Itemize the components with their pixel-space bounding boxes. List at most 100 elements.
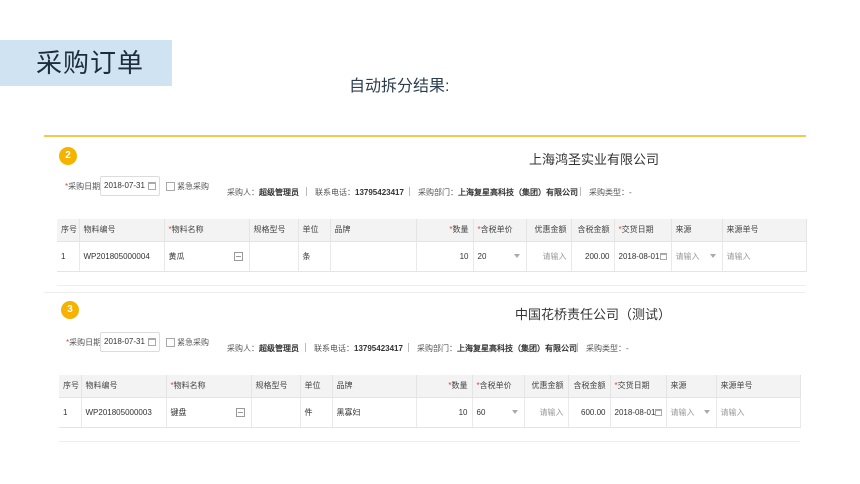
urgent-purchase-label: 紧急采购 xyxy=(177,182,209,191)
column-header: 物料编号 xyxy=(81,375,167,398)
column-header: *物料名称 xyxy=(166,375,252,398)
discount-input[interactable]: 请输入 xyxy=(526,241,572,272)
purchase-date-label: *采购日期 xyxy=(65,182,101,191)
column-header: 来源 xyxy=(666,375,717,398)
table-row: 1 WP201805000003 键盘 件 黑寡妇 10 60 请输入 600.… xyxy=(59,397,801,428)
unit-cell: 件 xyxy=(300,397,333,428)
chevron-down-icon xyxy=(511,409,518,414)
purchase-date-input[interactable]: 2018-07-31 xyxy=(100,176,160,196)
quantity-input[interactable]: 10 xyxy=(416,241,474,272)
table-footer xyxy=(59,428,800,442)
supplier-name: 中国花桥责任公司（测试） xyxy=(515,307,672,322)
column-header: 规格型号 xyxy=(251,375,301,398)
column-header: 物料编号 xyxy=(79,219,165,242)
order-items-table: 序号 物料编号 *物料名称 规格型号 单位 品牌 *数量 *含税单价 优惠金额 … xyxy=(59,375,801,428)
order-form-row: *采购日期 2018-07-31 紧急采购 采购人：超级管理员 联系电话：137… xyxy=(0,176,860,208)
amount-cell: 600.00 xyxy=(568,397,611,428)
purchase-type-info: 采购类型：- xyxy=(586,344,629,353)
top-accent-line xyxy=(44,135,806,137)
material-name-cell[interactable]: 黄瓜 xyxy=(164,241,250,272)
urgent-purchase-label: 紧急采购 xyxy=(177,338,209,347)
row-index: 1 xyxy=(57,241,80,272)
order-items-table: 序号 物料编号 *物料名称 规格型号 单位 品牌 *数量 *含税单价 优惠金额 … xyxy=(57,219,807,272)
quantity-input[interactable]: 10 xyxy=(416,397,473,428)
delivery-date-input[interactable]: 2018-08-01 xyxy=(610,397,667,428)
page-title: 采购订单 xyxy=(0,40,172,86)
phone-info: 联系电话：13795423417 xyxy=(314,344,403,353)
select-material-icon[interactable] xyxy=(233,251,243,261)
column-header: 品牌 xyxy=(332,375,417,398)
source-no-input[interactable]: 请输入 xyxy=(722,241,807,272)
column-header: 含税金额 xyxy=(571,219,615,242)
column-header: 优惠金额 xyxy=(524,375,569,398)
step-badge: 2 xyxy=(59,147,77,165)
department-info: 采购部门：上海复星高科技（集团）有限公司 xyxy=(417,344,577,353)
column-header: 来源 xyxy=(671,219,723,242)
order-divider xyxy=(44,292,806,293)
order-form-row: *采购日期 2018-07-31 紧急采购 采购人：超级管理员 联系电话：137… xyxy=(0,332,860,364)
column-header: *交货日期 xyxy=(614,219,672,242)
amount-cell: 200.00 xyxy=(571,241,615,272)
column-header: 序号 xyxy=(59,375,82,398)
department-info: 采购部门：上海复星高科技（集团）有限公司 xyxy=(418,188,578,197)
source-select[interactable]: 请输入 xyxy=(666,397,717,428)
discount-input[interactable]: 请输入 xyxy=(524,397,569,428)
urgent-purchase-checkbox[interactable] xyxy=(166,338,175,347)
row-index: 1 xyxy=(59,397,82,428)
buyer-info: 采购人：超级管理员 xyxy=(227,188,299,197)
chevron-down-icon xyxy=(513,253,520,258)
material-name-cell[interactable]: 键盘 xyxy=(166,397,252,428)
unit-price-select[interactable]: 60 xyxy=(472,397,525,428)
unit-cell: 条 xyxy=(298,241,331,272)
calendar-icon xyxy=(148,338,156,346)
column-header: 单位 xyxy=(298,219,331,242)
spec-cell xyxy=(249,241,299,272)
column-header: 来源单号 xyxy=(722,219,807,242)
divider xyxy=(305,343,306,352)
delivery-date-input[interactable]: 2018-08-01 xyxy=(614,241,672,272)
column-header: 品牌 xyxy=(330,219,417,242)
source-select[interactable]: 请输入 xyxy=(671,241,723,272)
column-header: 规格型号 xyxy=(249,219,299,242)
column-header: 单位 xyxy=(300,375,333,398)
column-header: *物料名称 xyxy=(164,219,250,242)
purchase-date-label: *采购日期 xyxy=(66,338,102,347)
purchase-type-info: 采购类型：- xyxy=(589,188,632,197)
column-header: *交货日期 xyxy=(610,375,667,398)
brand-cell: 黑寡妇 xyxy=(332,397,417,428)
divider xyxy=(306,187,307,196)
column-header: *数量 xyxy=(416,219,474,242)
chevron-down-icon xyxy=(703,409,710,414)
step-badge: 3 xyxy=(61,301,79,319)
column-header: 来源单号 xyxy=(716,375,801,398)
table-footer xyxy=(57,272,806,286)
select-material-icon[interactable] xyxy=(235,407,245,417)
column-header: 优惠金额 xyxy=(526,219,572,242)
material-code: WP201805000003 xyxy=(81,397,167,428)
phone-info: 联系电话：13795423417 xyxy=(315,188,404,197)
column-header: *数量 xyxy=(416,375,473,398)
column-header: *含税单价 xyxy=(472,375,525,398)
divider xyxy=(580,187,581,196)
table-header-row: 序号 物料编号 *物料名称 规格型号 单位 品牌 *数量 *含税单价 优惠金额 … xyxy=(59,375,801,398)
unit-price-select[interactable]: 20 xyxy=(473,241,527,272)
split-result-heading: 自动拆分结果: xyxy=(349,78,450,95)
column-header: 含税金额 xyxy=(568,375,611,398)
divider xyxy=(577,343,578,352)
divider xyxy=(408,343,409,352)
column-header: *含税单价 xyxy=(473,219,527,242)
spec-cell xyxy=(251,397,301,428)
column-header: 序号 xyxy=(57,219,80,242)
chevron-down-icon xyxy=(709,253,716,258)
material-code: WP201805000004 xyxy=(79,241,165,272)
calendar-icon xyxy=(654,408,662,416)
supplier-name: 上海鸿圣实业有限公司 xyxy=(529,152,660,167)
purchase-date-input[interactable]: 2018-07-31 xyxy=(100,332,160,352)
brand-cell xyxy=(330,241,417,272)
divider xyxy=(409,187,410,196)
buyer-info: 采购人：超级管理员 xyxy=(227,344,299,353)
calendar-icon xyxy=(659,252,667,260)
source-no-input[interactable]: 请输入 xyxy=(716,397,801,428)
urgent-purchase-checkbox[interactable] xyxy=(166,182,175,191)
table-row: 1 WP201805000004 黄瓜 条 10 20 请输入 200.00 2… xyxy=(57,241,807,272)
